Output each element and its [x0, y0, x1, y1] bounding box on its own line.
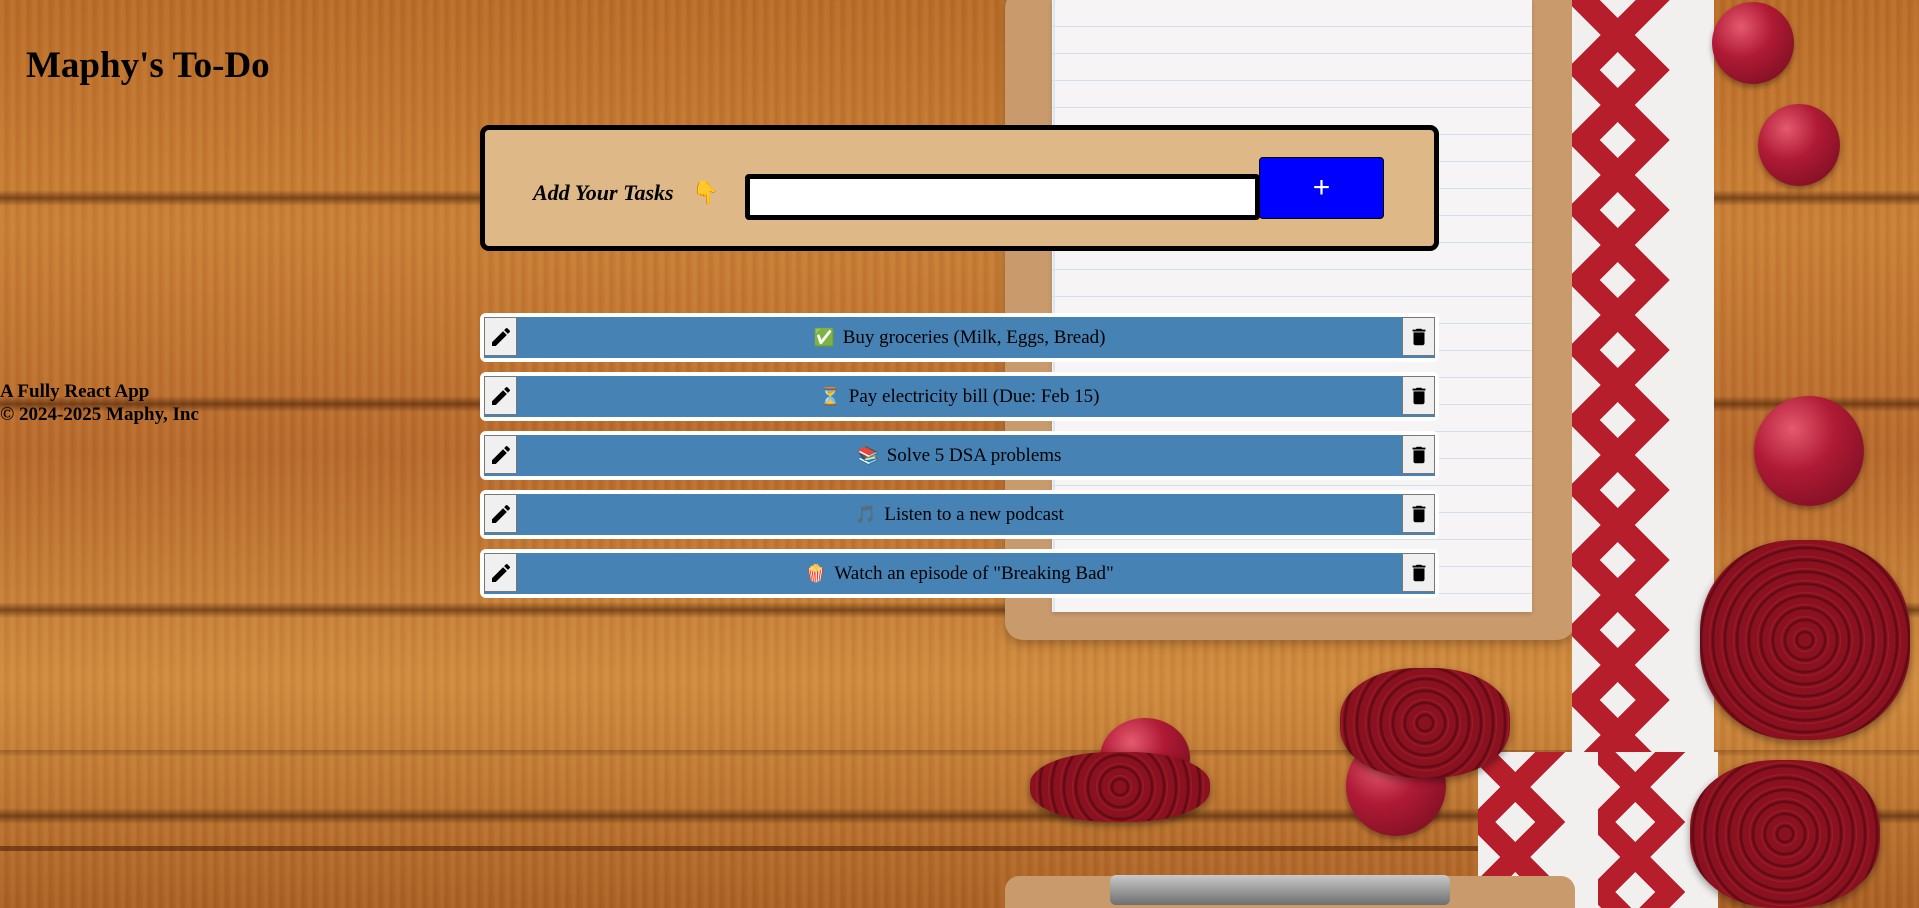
task-row: 📚 Solve 5 DSA problems: [480, 431, 1439, 480]
task-item: 🎵 Listen to a new podcast: [484, 494, 1435, 535]
task-list: ✅ Buy groceries (Milk, Eggs, Bread) ⏳ Pay e…: [480, 313, 1439, 608]
footer-tagline: A Fully React App: [0, 381, 150, 402]
delete-task-button[interactable]: [1402, 317, 1435, 356]
trash-icon: [1408, 443, 1430, 467]
background-chevron-ribbon: [1572, 0, 1714, 752]
task-label: Pay electricity bill (Due: Feb 15): [848, 386, 1100, 407]
task-text: 📚 Solve 5 DSA problems: [524, 435, 1395, 476]
delete-task-button[interactable]: [1402, 494, 1435, 533]
clipboard-metal-clip: [1110, 875, 1450, 905]
ornament-ball: [1758, 104, 1840, 186]
add-task-panel: Add Your Tasks 👇 +: [480, 125, 1439, 251]
task-input[interactable]: [745, 174, 1260, 220]
wicker-ball: [1340, 668, 1510, 778]
music-note-icon: 🎵: [855, 505, 877, 525]
popcorn-icon: 🍿: [805, 564, 827, 584]
trash-icon: [1408, 384, 1430, 408]
pine-cone: [1700, 540, 1910, 740]
task-label: Solve 5 DSA problems: [886, 445, 1062, 466]
edit-task-button[interactable]: [484, 494, 517, 533]
edit-task-button[interactable]: [484, 376, 517, 415]
pine-cone: [1690, 760, 1880, 908]
books-icon: 📚: [857, 446, 879, 466]
task-item: ✅ Buy groceries (Milk, Eggs, Bread): [484, 317, 1435, 358]
task-row: 🎵 Listen to a new podcast: [480, 490, 1439, 539]
add-task-button[interactable]: +: [1259, 157, 1384, 219]
check-mark-icon: ✅: [813, 328, 835, 348]
task-label: Watch an episode of "Breaking Bad": [834, 563, 1114, 584]
edit-task-button[interactable]: [484, 317, 517, 356]
edit-task-button[interactable]: [484, 553, 517, 592]
trash-icon: [1408, 325, 1430, 349]
task-text: 🎵 Listen to a new podcast: [524, 494, 1395, 535]
delete-task-button[interactable]: [1402, 553, 1435, 592]
point-down-hand-icon: 👇: [692, 180, 720, 205]
task-item: 📚 Solve 5 DSA problems: [484, 435, 1435, 476]
task-item: ⏳ Pay electricity bill (Due: Feb 15): [484, 376, 1435, 417]
task-row: ⏳ Pay electricity bill (Due: Feb 15): [480, 372, 1439, 421]
task-text: 🍿 Watch an episode of "Breaking Bad": [524, 553, 1395, 594]
app-title: Maphy's To-Do: [26, 45, 270, 86]
task-text: ⏳ Pay electricity bill (Due: Feb 15): [524, 376, 1395, 417]
edit-task-button[interactable]: [484, 435, 517, 474]
pencil-icon: [489, 443, 513, 467]
delete-task-button[interactable]: [1402, 435, 1435, 474]
trash-icon: [1408, 502, 1430, 526]
task-row: ✅ Buy groceries (Milk, Eggs, Bread): [480, 313, 1439, 362]
pencil-icon: [489, 325, 513, 349]
task-label: Buy groceries (Milk, Eggs, Bread): [842, 327, 1106, 348]
pencil-icon: [489, 561, 513, 585]
hourglass-icon: ⏳: [819, 387, 841, 407]
task-row: 🍿 Watch an episode of "Breaking Bad": [480, 549, 1439, 598]
wood-plank-seam: [0, 846, 1480, 851]
trash-icon: [1408, 561, 1430, 585]
footer-copyright: © 2024-2025 Maphy, Inc: [0, 404, 199, 425]
ornament-ball: [1712, 2, 1794, 84]
footer: A Fully React App © 2024-2025 Maphy, Inc: [0, 380, 199, 426]
task-text: ✅ Buy groceries (Milk, Eggs, Bread): [524, 317, 1395, 358]
task-item: 🍿 Watch an episode of "Breaking Bad": [484, 553, 1435, 594]
ornament-ball: [1754, 396, 1864, 506]
pencil-icon: [489, 502, 513, 526]
delete-task-button[interactable]: [1402, 376, 1435, 415]
task-label: Listen to a new podcast: [884, 504, 1064, 525]
pencil-icon: [489, 384, 513, 408]
add-task-label: Add Your Tasks: [533, 180, 674, 205]
wicker-ball: [1030, 752, 1210, 822]
